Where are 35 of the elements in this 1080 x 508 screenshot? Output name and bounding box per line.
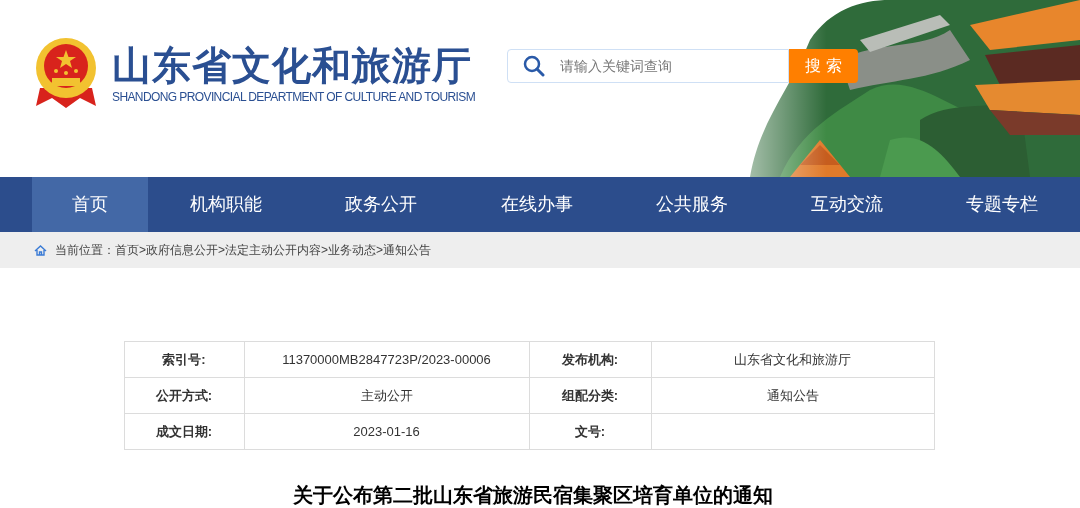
- field-label: 索引号:: [124, 341, 244, 378]
- breadcrumb-link[interactable]: 政府信息公开: [146, 241, 218, 259]
- nav-tab[interactable]: 首页: [32, 177, 149, 232]
- field-value: 山东省文化和旅游厅: [651, 341, 934, 378]
- emblem-icon: [34, 38, 98, 110]
- breadcrumb-separator: >: [321, 242, 329, 259]
- nav-tab[interactable]: 互动交流: [769, 177, 925, 232]
- field-label: 成文日期:: [124, 413, 244, 450]
- site-title: 山东省文化和旅游厅: [112, 43, 473, 89]
- nav-tab[interactable]: 专题专栏: [924, 177, 1080, 232]
- breadcrumb-link[interactable]: 法定主动公开内容: [225, 241, 322, 259]
- breadcrumb-link[interactable]: 首页: [115, 241, 139, 259]
- breadcrumb-separator: >: [139, 242, 146, 259]
- breadcrumb-label: 当前位置：: [55, 242, 115, 259]
- breadcrumb-link[interactable]: 通知公告: [383, 241, 432, 259]
- breadcrumb-link[interactable]: 业务动态: [328, 241, 377, 259]
- nav-tab[interactable]: 公共服务: [614, 177, 770, 232]
- field-label: 文号:: [529, 413, 651, 450]
- site-subtitle: SHANDONG PROVINCIAL DEPARTMENT OF CULTURE AND TOURISM: [112, 89, 476, 105]
- field-label: 发布机构:: [529, 341, 651, 378]
- field-value: 2023-01-16: [244, 413, 529, 450]
- field-value: 主动公开: [244, 377, 529, 414]
- breadcrumb-separator: >: [376, 242, 384, 259]
- home-icon: [34, 244, 47, 256]
- field-label: 组配分类:: [529, 377, 651, 414]
- field-value: 11370000MB2847723P/2023-00006: [244, 341, 529, 378]
- search-field[interactable]: 请输入关键词查询: [507, 49, 790, 83]
- nav-tab[interactable]: 机构职能: [148, 177, 304, 232]
- search-icon: [523, 55, 546, 77]
- article-title: 关于公布第二批山东省旅游民宿集聚区培育单位的通知: [293, 483, 773, 508]
- breadcrumb-separator: >: [218, 242, 226, 259]
- nav-tab[interactable]: 政务公开: [303, 177, 459, 232]
- nav-tab[interactable]: 在线办事: [458, 177, 615, 232]
- field-value: 通知公告: [651, 377, 934, 414]
- field-label: 公开方式:: [124, 377, 244, 414]
